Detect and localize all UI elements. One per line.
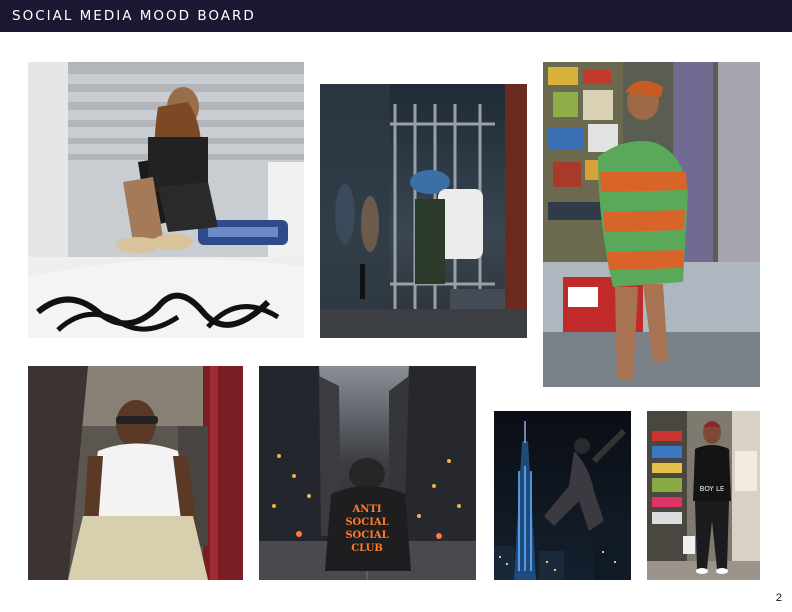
photo-striped-sweater-store bbox=[543, 62, 760, 387]
hoodie-text-line-1: ANTI bbox=[351, 504, 381, 515]
hoodie-text-line-2: SOCIAL bbox=[345, 517, 388, 528]
page-number: 2 bbox=[775, 592, 782, 604]
page-header: SOCIAL MEDIA MOOD BOARD bbox=[0, 0, 792, 32]
photo-car-door-seated bbox=[28, 366, 243, 580]
photo-city-street-hoodie: ANTI SOCIAL SOCIAL CLUB bbox=[259, 366, 476, 580]
photo-rooftop-car bbox=[28, 62, 304, 338]
photo-skyline-jump bbox=[494, 411, 631, 580]
hoodie-text-line-4: CLUB bbox=[351, 543, 383, 554]
page-title: SOCIAL MEDIA MOOD BOARD bbox=[12, 8, 256, 24]
shirt-text: BOY LE bbox=[700, 485, 725, 493]
hoodie-text-line-3: SOCIAL bbox=[345, 530, 388, 541]
photo-fenced-street bbox=[320, 84, 527, 338]
photo-shop-doorway: BOY LE bbox=[647, 411, 760, 580]
